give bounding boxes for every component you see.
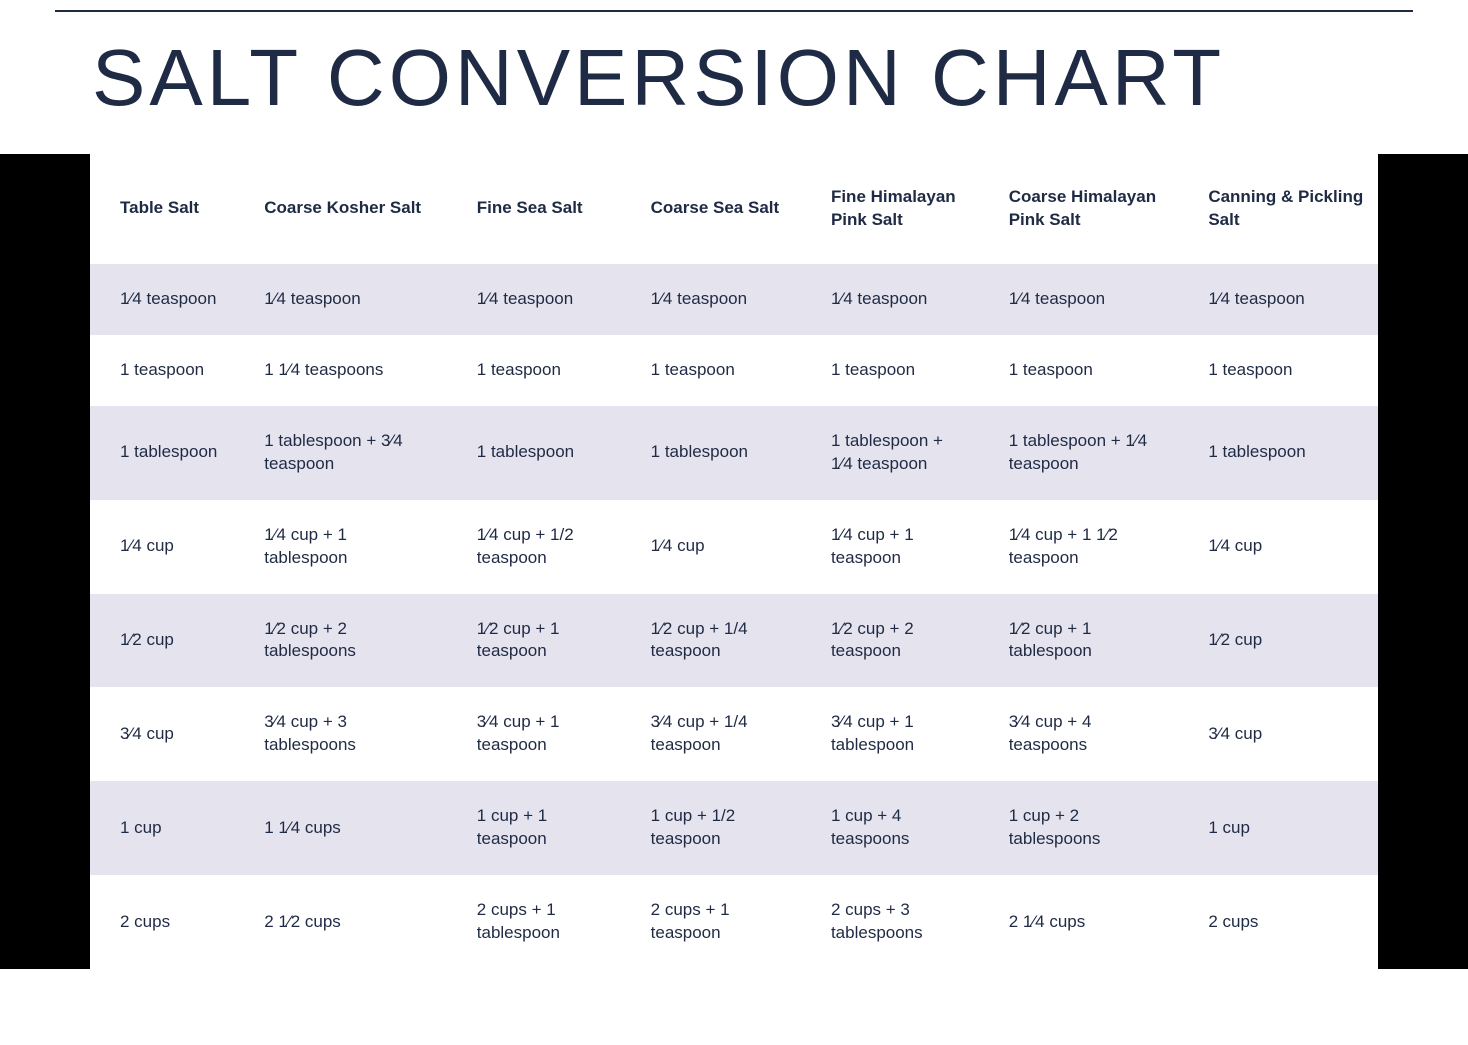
- table-cell: 1 teaspoon: [979, 335, 1179, 406]
- table-row: 1⁄4 cup1⁄4 cup + 1 tablespoon1⁄4 cup + 1…: [90, 500, 1378, 594]
- table-row: 1 tablespoon1 tablespoon + 3⁄4 teaspoon1…: [90, 406, 1378, 500]
- table-row: 2 cups2 1⁄2 cups2 cups + 1 tablespoon2 c…: [90, 875, 1378, 969]
- column-header: Coarse Himalayan Pink Salt: [979, 154, 1179, 264]
- table-cell: 1 teaspoon: [1178, 335, 1378, 406]
- column-header: Fine Sea Salt: [447, 154, 621, 264]
- table-cell: 3⁄4 cup + 3 tablespoons: [234, 687, 447, 781]
- table-background: Table Salt Coarse Kosher Salt Fine Sea S…: [0, 154, 1468, 969]
- table-cell: 1 cup: [1178, 781, 1378, 875]
- table-cell: 1⁄2 cup: [90, 594, 234, 688]
- table-cell: 1 tablespoon + 1⁄4 teaspoon: [979, 406, 1179, 500]
- page-title: SALT CONVERSION CHART: [0, 12, 1468, 154]
- table-header-row: Table Salt Coarse Kosher Salt Fine Sea S…: [90, 154, 1378, 264]
- table-row: 1 teaspoon1 1⁄4 teaspoons1 teaspoon1 tea…: [90, 335, 1378, 406]
- column-header: Canning & Pickling Salt: [1178, 154, 1378, 264]
- table-cell: 1 tablespoon: [447, 406, 621, 500]
- column-header: Coarse Sea Salt: [621, 154, 801, 264]
- table-cell: 1 teaspoon: [90, 335, 234, 406]
- table-cell: 1 teaspoon: [621, 335, 801, 406]
- table-cell: 2 1⁄4 cups: [979, 875, 1179, 969]
- table-cell: 1 tablespoon + 1⁄4 teaspoon: [801, 406, 979, 500]
- table-row: 1⁄4 teaspoon1⁄4 teaspoon1⁄4 teaspoon1⁄4 …: [90, 264, 1378, 335]
- table-cell: 1 tablespoon: [1178, 406, 1378, 500]
- table-cell: 3⁄4 cup + 1/4 teaspoon: [621, 687, 801, 781]
- table-cell: 1⁄4 teaspoon: [979, 264, 1179, 335]
- table-cell: 1⁄2 cup + 1/4 teaspoon: [621, 594, 801, 688]
- table-cell: 3⁄4 cup: [1178, 687, 1378, 781]
- table-cell: 1⁄2 cup: [1178, 594, 1378, 688]
- table-cell: 3⁄4 cup + 1 tablespoon: [801, 687, 979, 781]
- table-cell: 2 cups: [1178, 875, 1378, 969]
- table-row: 1⁄2 cup1⁄2 cup + 2 tablespoons1⁄2 cup + …: [90, 594, 1378, 688]
- table-card: Table Salt Coarse Kosher Salt Fine Sea S…: [90, 154, 1378, 969]
- table-cell: 2 cups: [90, 875, 234, 969]
- column-header: Fine Himalayan Pink Salt: [801, 154, 979, 264]
- table-cell: 1⁄4 cup: [90, 500, 234, 594]
- table-cell: 1 1⁄4 cups: [234, 781, 447, 875]
- table-cell: 1⁄4 cup: [1178, 500, 1378, 594]
- table-cell: 1 1⁄4 teaspoons: [234, 335, 447, 406]
- table-cell: 1 tablespoon: [621, 406, 801, 500]
- table-cell: 2 1⁄2 cups: [234, 875, 447, 969]
- table-cell: 1 cup: [90, 781, 234, 875]
- table-cell: 1 teaspoon: [801, 335, 979, 406]
- table-cell: 1⁄2 cup + 1 teaspoon: [447, 594, 621, 688]
- table-row: 1 cup1 1⁄4 cups1 cup + 1 teaspoon1 cup +…: [90, 781, 1378, 875]
- table-cell: 1⁄4 cup + 1 tablespoon: [234, 500, 447, 594]
- table-cell: 1 tablespoon: [90, 406, 234, 500]
- table-cell: 3⁄4 cup + 1 teaspoon: [447, 687, 621, 781]
- table-cell: 1⁄4 teaspoon: [234, 264, 447, 335]
- table-cell: 1⁄4 teaspoon: [1178, 264, 1378, 335]
- table-cell: 1 cup + 1 teaspoon: [447, 781, 621, 875]
- table-cell: 1 cup + 1/2 teaspoon: [621, 781, 801, 875]
- table-body: 1⁄4 teaspoon1⁄4 teaspoon1⁄4 teaspoon1⁄4 …: [90, 264, 1378, 969]
- table-cell: 2 cups + 1 tablespoon: [447, 875, 621, 969]
- table-cell: 1 cup + 2 tablespoons: [979, 781, 1179, 875]
- table-cell: 1⁄4 teaspoon: [801, 264, 979, 335]
- table-cell: 1⁄4 cup + 1 1⁄2 teaspoon: [979, 500, 1179, 594]
- table-cell: 1⁄4 teaspoon: [621, 264, 801, 335]
- table-cell: 3⁄4 cup: [90, 687, 234, 781]
- table-cell: 1 cup + 4 teaspoons: [801, 781, 979, 875]
- table-cell: 2 cups + 3 tablespoons: [801, 875, 979, 969]
- table-cell: 1⁄4 cup: [621, 500, 801, 594]
- table-cell: 1⁄4 teaspoon: [90, 264, 234, 335]
- table-cell: 1⁄4 cup + 1/2 teaspoon: [447, 500, 621, 594]
- table-cell: 1 tablespoon + 3⁄4 teaspoon: [234, 406, 447, 500]
- table-cell: 1⁄2 cup + 1 tablespoon: [979, 594, 1179, 688]
- conversion-table: Table Salt Coarse Kosher Salt Fine Sea S…: [90, 154, 1378, 969]
- table-cell: 1⁄2 cup + 2 teaspoon: [801, 594, 979, 688]
- table-cell: 3⁄4 cup + 4 teaspoons: [979, 687, 1179, 781]
- table-cell: 2 cups + 1 teaspoon: [621, 875, 801, 969]
- table-cell: 1⁄2 cup + 2 tablespoons: [234, 594, 447, 688]
- column-header: Coarse Kosher Salt: [234, 154, 447, 264]
- table-cell: 1 teaspoon: [447, 335, 621, 406]
- table-cell: 1⁄4 cup + 1 teaspoon: [801, 500, 979, 594]
- table-row: 3⁄4 cup3⁄4 cup + 3 tablespoons3⁄4 cup + …: [90, 687, 1378, 781]
- column-header: Table Salt: [90, 154, 234, 264]
- table-cell: 1⁄4 teaspoon: [447, 264, 621, 335]
